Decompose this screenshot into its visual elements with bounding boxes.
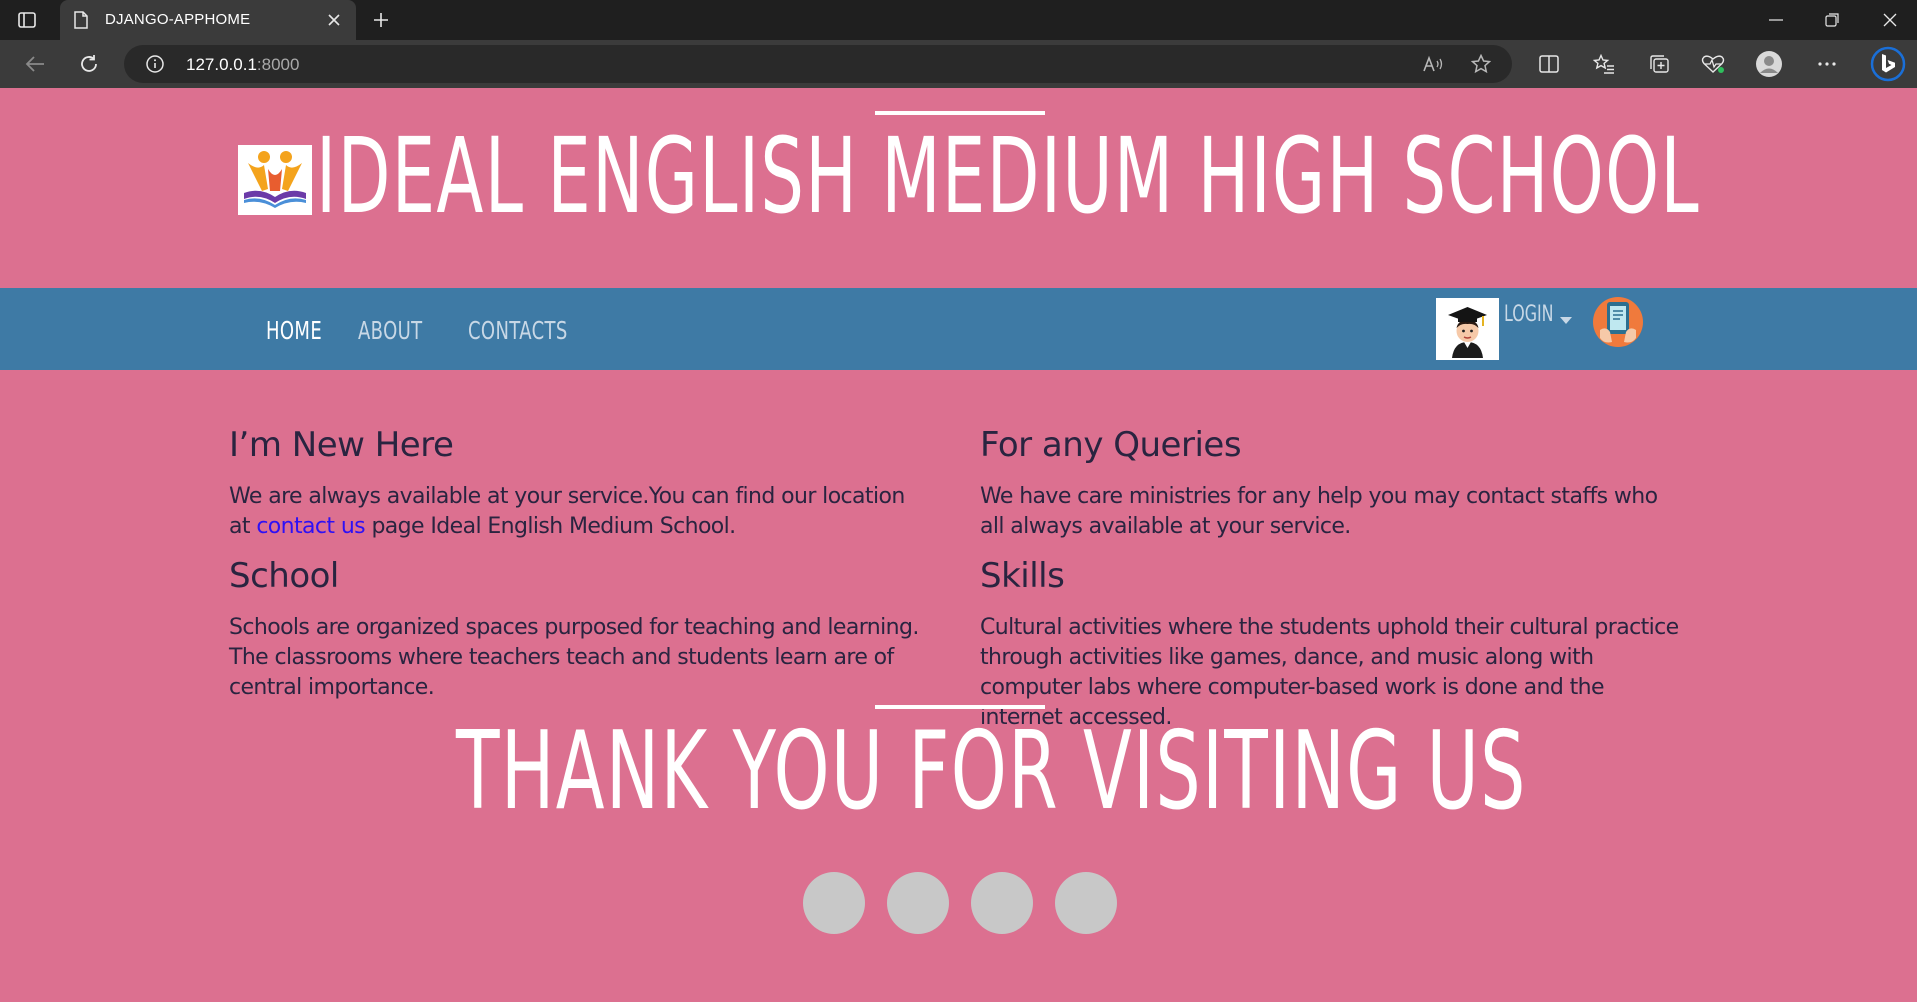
split-screen-icon xyxy=(1539,55,1559,73)
refresh-icon xyxy=(81,55,97,72)
restore-icon xyxy=(1825,13,1839,27)
close-icon xyxy=(1883,13,1897,27)
url-text: 127.0.0.1:8000 xyxy=(186,55,299,75)
profile-avatar-icon xyxy=(1756,51,1782,77)
favorites-list-icon xyxy=(1593,54,1614,74)
profile-button[interactable] xyxy=(1754,50,1784,78)
thank-you-banner: THANK YOU FOR VISITING US xyxy=(456,709,1527,834)
url-port: :8000 xyxy=(256,55,300,74)
close-icon xyxy=(328,14,340,26)
minimize-button[interactable] xyxy=(1758,6,1794,34)
heart-pulse-icon xyxy=(1701,55,1725,73)
queries-text: We have care ministries for any help you… xyxy=(980,484,1658,539)
social-circle-icon[interactable] xyxy=(887,872,949,934)
plus-icon xyxy=(374,13,388,27)
school-heading: School xyxy=(229,556,339,596)
skills-heading: Skills xyxy=(980,556,1065,596)
tab-actions-button[interactable] xyxy=(14,8,40,32)
new-here-text-end: page Ideal English Medium School. xyxy=(365,514,736,539)
settings-more-button[interactable] xyxy=(1812,50,1842,78)
new-here-heading: I’m New Here xyxy=(229,425,454,465)
queries-heading: For any Queries xyxy=(980,425,1242,465)
social-circle-icon[interactable] xyxy=(803,872,865,934)
split-screen-button[interactable] xyxy=(1534,50,1564,78)
login-dropdown[interactable]: LOGIN xyxy=(1504,302,1554,327)
browser-tab-bar: DJANGO-APPHOME xyxy=(0,0,1917,40)
school-logo xyxy=(238,145,312,215)
nav-about[interactable]: ABOUT xyxy=(358,316,422,345)
graduate-avatar xyxy=(1436,298,1499,360)
favorite-button[interactable] xyxy=(1468,52,1494,76)
nav-contacts[interactable]: CONTACTS xyxy=(468,316,568,345)
tab-actions-icon xyxy=(18,12,36,28)
nav-home[interactable]: HOME xyxy=(266,316,322,345)
read-aloud-button[interactable] xyxy=(1420,52,1446,76)
refresh-button[interactable] xyxy=(74,50,104,78)
star-icon xyxy=(1471,54,1491,74)
site-info-icon[interactable] xyxy=(146,55,164,77)
tablet-reader-icon[interactable] xyxy=(1592,296,1644,348)
navbar: HOME ABOUT CONTACTS LOGIN xyxy=(0,288,1917,370)
read-aloud-icon xyxy=(1423,55,1443,72)
page-doc-icon xyxy=(74,11,88,33)
chevron-down-icon[interactable] xyxy=(1560,309,1572,328)
new-tab-button[interactable] xyxy=(368,8,394,32)
bing-copilot-button[interactable] xyxy=(1870,46,1906,82)
browser-tab[interactable]: DJANGO-APPHOME xyxy=(60,0,356,40)
restore-button[interactable] xyxy=(1814,6,1850,34)
more-dots-icon xyxy=(1818,62,1836,66)
bing-icon xyxy=(1870,46,1906,82)
new-here-text: We are always available at your service.… xyxy=(229,482,929,542)
contact-us-link[interactable]: contact us xyxy=(256,514,365,539)
collections-icon xyxy=(1650,55,1669,73)
social-links xyxy=(803,872,1117,934)
tab-title: DJANGO-APPHOME xyxy=(105,11,251,28)
browser-toolbar: 127.0.0.1:8000 xyxy=(0,40,1917,88)
minimize-icon xyxy=(1769,19,1783,21)
school-text: Schools are organized spaces purposed fo… xyxy=(229,615,919,700)
back-button[interactable] xyxy=(20,50,50,78)
window-close-button[interactable] xyxy=(1872,6,1908,34)
favorites-button[interactable] xyxy=(1589,50,1619,78)
social-circle-icon[interactable] xyxy=(1055,872,1117,934)
social-circle-icon[interactable] xyxy=(971,872,1033,934)
address-bar[interactable]: 127.0.0.1:8000 xyxy=(124,45,1512,83)
arrow-left-icon xyxy=(25,56,44,72)
url-host: 127.0.0.1 xyxy=(186,55,257,74)
webpage: IDEAL ENGLISH MEDIUM HIGH SCHOOL HOME AB… xyxy=(0,88,1917,1002)
browser-essentials-button[interactable] xyxy=(1698,50,1728,78)
site-title: IDEAL ENGLISH MEDIUM HIGH SCHOOL xyxy=(316,115,1700,237)
tab-close-button[interactable] xyxy=(324,10,344,30)
collections-button[interactable] xyxy=(1644,50,1674,78)
